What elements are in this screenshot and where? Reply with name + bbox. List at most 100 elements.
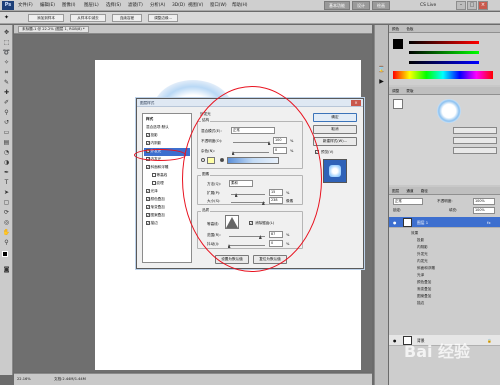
workspace-painting-button[interactable]: 绘画 — [372, 1, 390, 10]
style-item[interactable]: ✓渐变叠加 — [144, 204, 190, 212]
style-item[interactable]: ✓投影 — [144, 132, 190, 140]
stamp-tool-icon[interactable]: ⚲ — [2, 108, 11, 117]
brush-tool-icon[interactable]: ✐ — [2, 98, 11, 107]
layer-fill-field[interactable]: 100% — [473, 207, 495, 214]
lock-icon: 🔒 — [487, 338, 492, 343]
menu-help[interactable]: 帮助(H) — [232, 2, 248, 9]
menu-select[interactable]: 选择(S) — [106, 2, 121, 9]
menu-layer[interactable]: 图层(L) — [84, 2, 99, 9]
document-tab[interactable]: 未标题-1 @ 22.2% (图层 1, RGB/8) * — [18, 26, 89, 33]
color-range-button[interactable] — [453, 137, 497, 144]
style-checkbox[interactable] — [152, 173, 156, 177]
style-checkbox[interactable] — [152, 181, 156, 185]
style-checkbox[interactable]: ✓ — [146, 141, 150, 145]
eyedropper-tool-icon[interactable]: ✎ — [2, 78, 11, 87]
dodge-tool-icon[interactable]: ◑ — [2, 158, 11, 167]
eye-icon[interactable]: ● — [393, 338, 396, 343]
refine-edge-button[interactable]: 调整边缘... — [148, 14, 178, 22]
3d-rotate-icon[interactable]: ⟳ — [2, 208, 11, 217]
marquee-tool-icon[interactable]: ⬚ — [2, 38, 11, 47]
fx-icon[interactable]: fx — [487, 217, 491, 228]
zoom-tool-icon[interactable]: ⚲ — [2, 238, 11, 247]
cancel-button[interactable]: 取消 — [313, 125, 357, 134]
foreground-color-swatch[interactable] — [2, 251, 8, 257]
style-preview — [323, 159, 347, 183]
tab-color[interactable]: 颜色 — [392, 27, 399, 31]
watermark: Bai 经验 — [404, 342, 471, 361]
layer-opacity-field[interactable]: 100% — [473, 198, 495, 205]
style-checkbox[interactable]: ✓ — [146, 213, 150, 217]
quick-mask-icon[interactable]: ◙ — [2, 265, 11, 274]
style-checkbox[interactable]: ✓ — [146, 221, 150, 225]
menu-view[interactable]: 视图(V) — [188, 2, 203, 9]
color-foreground-swatch[interactable] — [393, 39, 403, 49]
layer-fill-label: 填充: — [449, 208, 458, 212]
styles-header[interactable]: 样式 — [144, 116, 190, 124]
path-select-icon[interactable]: ➤ — [2, 188, 11, 197]
menu-file[interactable]: 文件(F) — [18, 2, 33, 9]
tab-layers[interactable]: 图层 — [392, 189, 399, 193]
crop-tool-icon[interactable]: ⌗ — [2, 68, 11, 77]
lasso-tool-icon[interactable]: ➰ — [2, 48, 11, 57]
move-tool-icon[interactable]: ✥ — [2, 28, 11, 37]
workspace-essentials-button[interactable]: 基本功能 — [324, 1, 350, 10]
ok-button[interactable]: 确定 — [313, 113, 357, 122]
dialog-close-icon[interactable]: × — [351, 100, 361, 106]
layer-name[interactable]: 图层 1 — [417, 217, 428, 228]
subtract-sample-button[interactable]: 从样本中减去 — [70, 14, 106, 22]
contiguous-button[interactable]: 连续容差 — [112, 14, 142, 22]
menu-edit[interactable]: 编辑(E) — [40, 2, 55, 9]
menu-3d[interactable]: 3D(D) — [172, 2, 185, 9]
workspace-design-button[interactable]: 设计 — [352, 1, 370, 10]
red-slider[interactable] — [409, 41, 479, 44]
blur-tool-icon[interactable]: ◔ — [2, 148, 11, 157]
history-icon[interactable]: ⌛ — [377, 65, 386, 74]
color-spectrum[interactable] — [393, 71, 493, 79]
style-checkbox[interactable]: ✓ — [146, 205, 150, 209]
zoom-level[interactable]: 22.16% — [17, 374, 31, 385]
tab-adjustments[interactable]: 调整 — [392, 89, 399, 93]
style-checkbox[interactable]: ✓ — [146, 165, 150, 169]
tab-masks[interactable]: 蒙版 — [406, 89, 413, 93]
actions-icon[interactable]: ▶ — [377, 77, 386, 86]
tab-swatches[interactable]: 色板 — [406, 27, 413, 31]
menu-image[interactable]: 图像(I) — [62, 2, 76, 9]
eye-icon[interactable]: ● — [393, 220, 396, 225]
pen-tool-icon[interactable]: ✒ — [2, 168, 11, 177]
new-style-button[interactable]: 新建样式(W)... — [313, 137, 357, 146]
maximize-icon[interactable]: □ — [467, 1, 477, 10]
invert-button[interactable] — [453, 147, 497, 154]
3d-camera-icon[interactable]: ◎ — [2, 218, 11, 227]
mask-edge-button[interactable] — [453, 127, 497, 134]
magic-wand-tool-icon[interactable]: ✧ — [2, 58, 11, 67]
eraser-tool-icon[interactable]: ▭ — [2, 128, 11, 137]
history-brush-icon[interactable]: ↺ — [2, 118, 11, 127]
hand-tool-icon[interactable]: ✋ — [2, 228, 11, 237]
menu-window[interactable]: 窗口(W) — [210, 2, 227, 9]
type-tool-icon[interactable]: T — [2, 178, 11, 187]
layer-row-layer1[interactable]: ● 图层 1 fx — [389, 217, 500, 228]
healing-brush-icon[interactable]: ✚ — [2, 88, 11, 97]
blue-slider[interactable] — [409, 61, 479, 64]
close-icon[interactable]: × — [478, 1, 488, 10]
layer-blend-mode-select[interactable]: 正常 — [393, 198, 423, 205]
tab-paths[interactable]: 路径 — [421, 189, 428, 193]
tab-channels[interactable]: 通道 — [406, 189, 413, 193]
add-sample-button[interactable]: 添加到样本 — [28, 14, 64, 22]
cs-live-link[interactable]: CS Live — [420, 2, 436, 9]
menu-filter[interactable]: 滤镜(T) — [128, 2, 143, 9]
shape-tool-icon[interactable]: ▢ — [2, 198, 11, 207]
style-item[interactable]: ✓内阴影 — [144, 140, 190, 148]
blend-options-item[interactable]: 混合选项:默认 — [144, 124, 190, 132]
menu-analysis[interactable]: 分析(A) — [150, 2, 165, 9]
style-item[interactable]: ✓图案叠加 — [144, 212, 190, 220]
style-checkbox[interactable]: ✓ — [146, 189, 150, 193]
style-checkbox[interactable]: ✓ — [146, 197, 150, 201]
effect-item[interactable]: 描边 — [417, 299, 424, 307]
gradient-tool-icon[interactable]: ▤ — [2, 138, 11, 147]
green-slider[interactable] — [409, 51, 479, 54]
style-item[interactable]: ✓描边 — [144, 220, 190, 228]
color-panel-tabs: 颜色 色板 — [389, 25, 500, 33]
style-checkbox[interactable]: ✓ — [146, 133, 150, 137]
minimize-icon[interactable]: – — [456, 1, 466, 10]
